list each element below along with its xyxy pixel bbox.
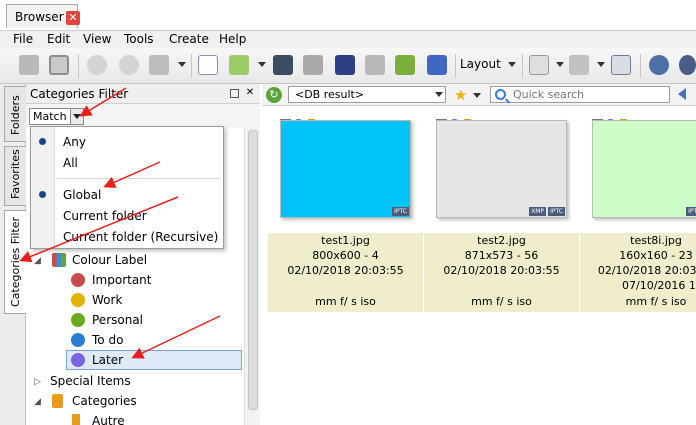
annotation-arrow [131, 315, 221, 359]
annotation-arrow [79, 87, 127, 117]
annotation-arrow [19, 196, 179, 263]
annotation-arrow [103, 161, 161, 188]
annotation-arrows [19, 87, 221, 359]
